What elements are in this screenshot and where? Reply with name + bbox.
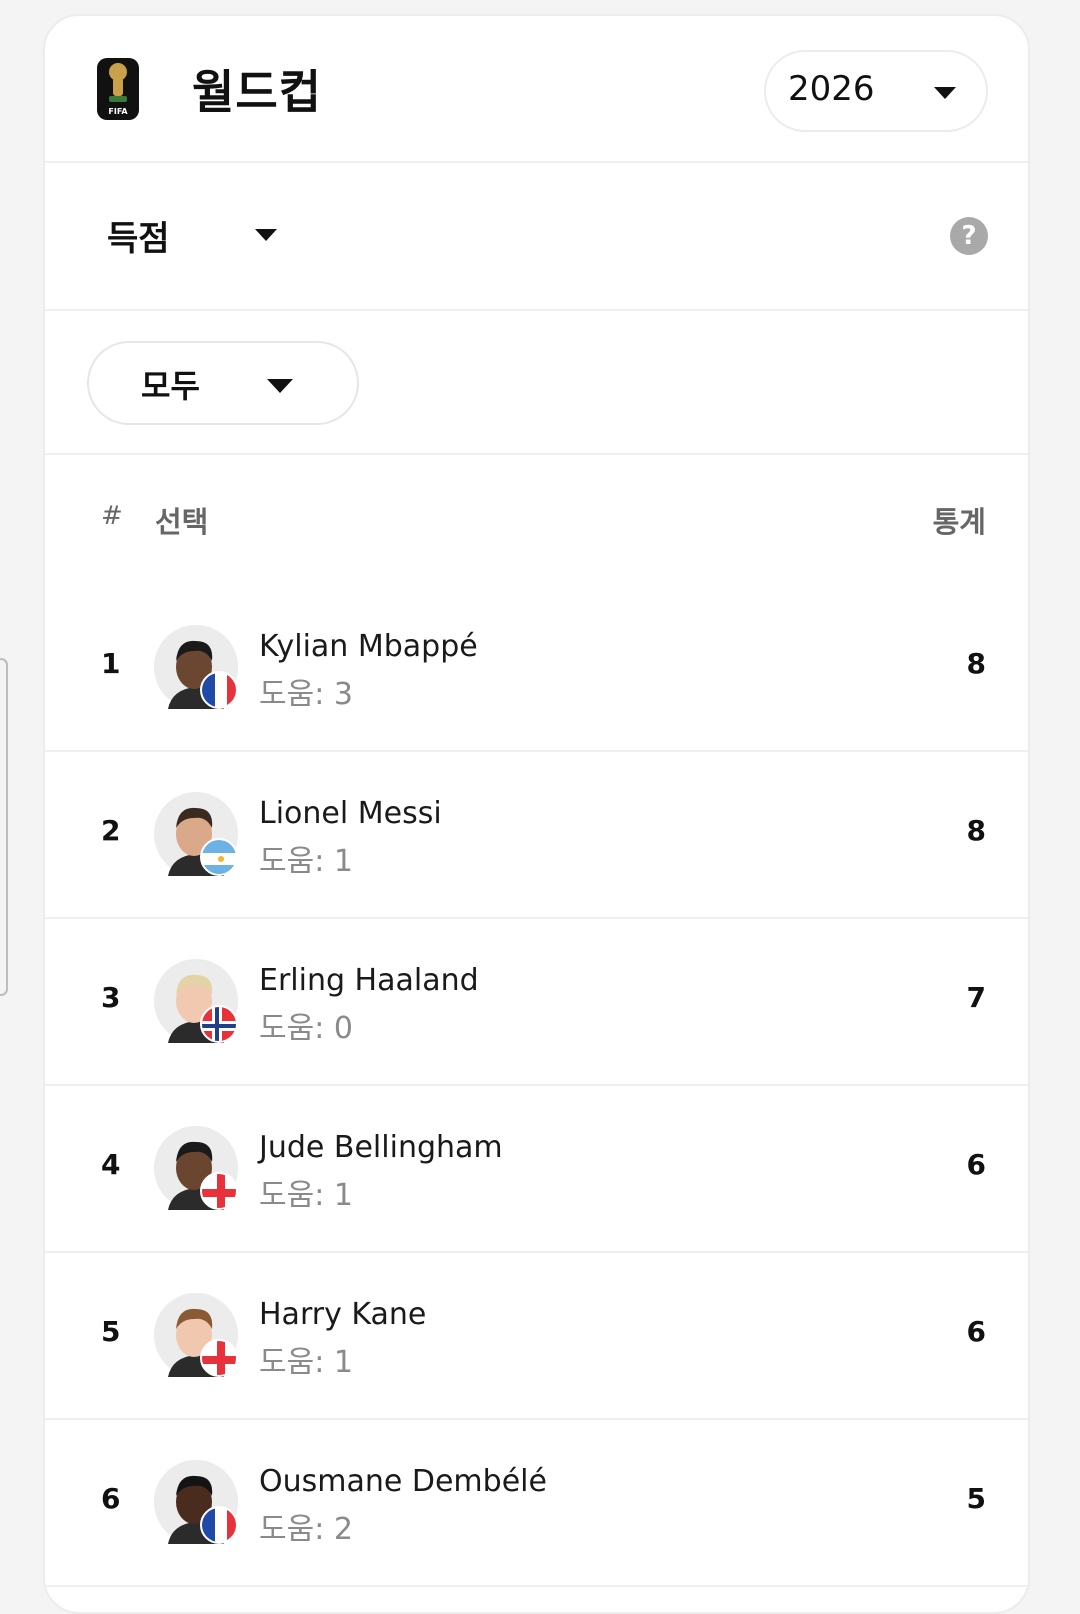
- player-avatar: [154, 1460, 238, 1544]
- filter-row: 모두: [45, 311, 1028, 455]
- page-title: 월드컵: [192, 65, 322, 119]
- player-goals: 8: [966, 814, 986, 847]
- player-row[interactable]: 2 Lionel Messi 도움: 1 8: [45, 752, 1028, 919]
- player-goals: 6: [966, 1148, 986, 1181]
- player-list: 1 Kylian Mbappé 도움: 3 8 2 Lionel Messi 도움: 1 8 3…: [45, 585, 1028, 1587]
- column-header-rank: #: [101, 501, 123, 531]
- player-goals: 6: [966, 1315, 986, 1348]
- scrollbar-edge[interactable]: [0, 658, 8, 996]
- player-rank: 5: [101, 1315, 121, 1348]
- player-assists: 도움: 1: [259, 844, 353, 879]
- player-name[interactable]: Erling Haaland: [259, 963, 479, 998]
- player-assists: 도움: 1: [259, 1178, 353, 1213]
- chevron-down-icon: [267, 379, 293, 393]
- player-row[interactable]: 4 Jude Bellingham 도움: 1 6: [45, 1086, 1028, 1253]
- player-avatar: [154, 959, 238, 1043]
- player-rank: 4: [101, 1148, 121, 1181]
- england-flag-icon: [200, 1339, 238, 1377]
- help-icon[interactable]: ?: [950, 217, 988, 255]
- player-name[interactable]: Jude Bellingham: [259, 1130, 503, 1165]
- year-value: 2026: [788, 69, 875, 109]
- player-rank: 2: [101, 814, 121, 847]
- stat-type-label: 득점: [107, 219, 170, 259]
- player-goals: 8: [966, 647, 986, 680]
- filter-dropdown[interactable]: 모두: [87, 341, 359, 425]
- player-assists: 도움: 0: [259, 1011, 353, 1046]
- year-dropdown[interactable]: 2026: [764, 50, 988, 132]
- norway-flag-icon: [200, 1005, 238, 1043]
- argentina-flag-icon: [200, 838, 238, 876]
- chevron-down-icon: [255, 229, 277, 241]
- player-rank: 3: [101, 981, 121, 1014]
- player-rank: 1: [101, 647, 121, 680]
- player-avatar: [154, 1126, 238, 1210]
- logo-text: FIFA: [108, 107, 128, 116]
- column-header-player: 선택: [155, 505, 209, 539]
- player-assists: 도움: 1: [259, 1345, 353, 1380]
- player-assists: 도움: 2: [259, 1512, 353, 1547]
- filter-value: 모두: [141, 367, 200, 405]
- table-header: # 선택 통계: [45, 455, 1028, 585]
- player-avatar: [154, 1293, 238, 1377]
- player-row[interactable]: 5 Harry Kane 도움: 1 6: [45, 1253, 1028, 1420]
- player-goals: 5: [966, 1482, 986, 1515]
- world-cup-stats-card: FIFA 월드컵 2026 득점 ? 모두 # 선택 통계 1 Kylian Mb…: [43, 14, 1030, 1614]
- player-name[interactable]: Ousmane Dembélé: [259, 1464, 547, 1499]
- player-row[interactable]: 1 Kylian Mbappé 도움: 3 8: [45, 585, 1028, 752]
- player-avatar: [154, 625, 238, 709]
- column-header-stat: 통계: [932, 505, 986, 539]
- player-assists: 도움: 3: [259, 677, 353, 712]
- chevron-down-icon: [934, 87, 956, 99]
- england-flag-icon: [200, 1172, 238, 1210]
- fifa-world-cup-logo: FIFA: [97, 58, 139, 120]
- player-name[interactable]: Kylian Mbappé: [259, 629, 478, 664]
- player-name[interactable]: Harry Kane: [259, 1297, 426, 1332]
- player-avatar: [154, 792, 238, 876]
- france-flag-icon: [200, 1506, 238, 1544]
- player-name[interactable]: Lionel Messi: [259, 796, 442, 831]
- player-row[interactable]: 3 Erling Haaland 도움: 0 7: [45, 919, 1028, 1086]
- player-row[interactable]: 6 Ousmane Dembélé 도움: 2 5: [45, 1420, 1028, 1587]
- player-rank: 6: [101, 1482, 121, 1515]
- stat-type-selector[interactable]: 득점 ?: [45, 163, 1028, 311]
- france-flag-icon: [200, 671, 238, 709]
- player-goals: 7: [966, 981, 986, 1014]
- competition-header: FIFA 월드컵 2026: [45, 16, 1028, 163]
